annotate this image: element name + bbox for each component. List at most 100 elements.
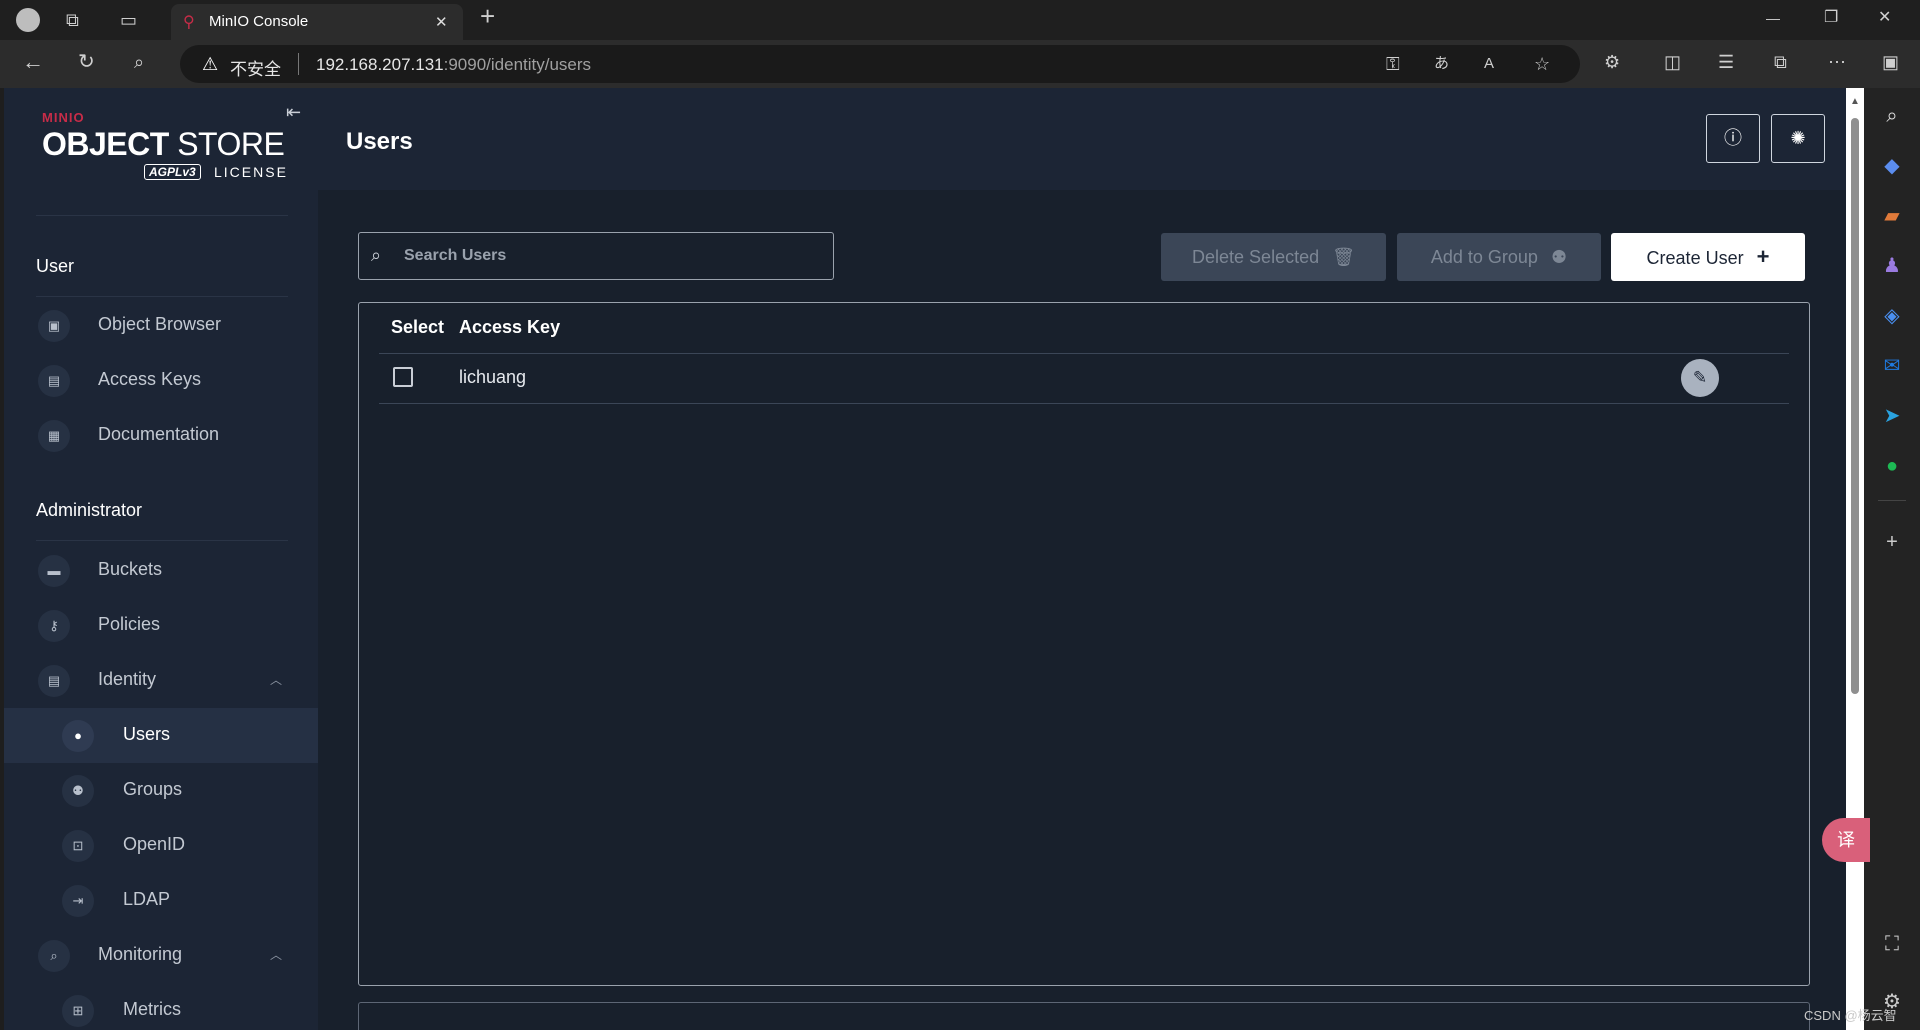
tab-actions-icon[interactable]: ▭ — [120, 10, 137, 30]
screenshot-icon[interactable]: ⛶ — [1878, 930, 1906, 958]
brand-license: LICENSE — [214, 164, 288, 180]
help-button[interactable]: ⓘ — [1706, 114, 1760, 163]
sidebar-toggle-icon[interactable]: ▣ — [1882, 52, 1899, 72]
window-close-icon[interactable]: ✕ — [1878, 8, 1891, 28]
nav-monitoring[interactable]: ⌕ Monitoring ︿ — [4, 928, 318, 983]
password-key-icon[interactable]: ⚿ — [1386, 54, 1400, 74]
search-users-input[interactable]: ⌕ Search Users — [358, 232, 834, 280]
url-host: 192.168.207.131 — [316, 55, 444, 74]
edit-pencil-icon[interactable]: ✎ — [1681, 359, 1719, 397]
sidebar-search-icon[interactable]: ⌕ — [1878, 102, 1906, 130]
nav-label: Monitoring — [98, 944, 183, 964]
license-text: LICENSE — [214, 164, 288, 180]
divider — [1878, 500, 1906, 501]
chevron-up-icon[interactable]: ︿ — [270, 946, 282, 963]
copilot-icon[interactable]: ◈ — [1878, 302, 1906, 330]
more-menu-icon[interactable]: ⋯ — [1828, 52, 1846, 72]
nav-object-browser[interactable]: ▣ Object Browser — [4, 298, 318, 353]
theme-toggle-button[interactable]: ✺ — [1771, 114, 1825, 163]
nav-metrics[interactable]: ⊞ Metrics — [4, 983, 318, 1030]
row-checkbox[interactable] — [393, 367, 413, 387]
nav-label: Access Keys — [98, 369, 202, 389]
translate-icon[interactable]: あ — [1434, 54, 1449, 74]
nav-buckets[interactable]: ▬ Buckets — [4, 543, 318, 598]
metrics-icon: ⊞ — [62, 995, 94, 1027]
extensions-icon[interactable]: ⚙ — [1604, 52, 1620, 72]
new-tab-icon[interactable]: + — [480, 3, 495, 29]
openid-icon: ⊡ — [62, 830, 94, 862]
trash-icon: 🗑 — [1332, 247, 1355, 267]
nav-label: Users — [123, 724, 171, 744]
add-sidebar-app-icon[interactable]: + — [1878, 528, 1906, 556]
nav-documentation[interactable]: ▦ Documentation — [4, 408, 318, 463]
help-icon: ⓘ — [1724, 128, 1742, 148]
add-to-group-button[interactable]: Add to Group ⚉ — [1397, 233, 1601, 281]
edge-sidebar: ⌕ ◆ ▰ ♟ ◈ ✉ ➤ ● + ⛶ ⚙ — [1864, 88, 1920, 1030]
telegram-icon[interactable]: ➤ — [1878, 402, 1906, 430]
table-row[interactable]: lichuang ✎ — [359, 303, 1809, 403]
chevron-up-icon[interactable]: ︿ — [270, 671, 282, 688]
nav-groups[interactable]: ⚉ Groups — [4, 763, 318, 818]
brand-minio: MINIO — [42, 110, 85, 125]
watermark: CSDN @杨云智 — [1804, 1008, 1897, 1023]
url-divider — [298, 53, 299, 75]
divider — [36, 540, 288, 541]
search-page-icon[interactable]: ⌕ — [134, 52, 144, 72]
nav-label: Policies — [98, 614, 161, 634]
access-keys-icon: ▤ — [38, 365, 70, 397]
scrollbar-thumb[interactable] — [1851, 118, 1859, 694]
scroll-up-arrow-icon[interactable]: ▲ — [1850, 96, 1860, 107]
sun-icon: ✺ — [1790, 128, 1806, 148]
nav-access-keys[interactable]: ▤ Access Keys — [4, 353, 318, 408]
favorite-star-icon[interactable]: ☆ — [1534, 54, 1550, 74]
search-placeholder: Search Users — [404, 247, 507, 264]
tab-close-icon[interactable]: ✕ — [435, 13, 448, 31]
outlook-icon[interactable]: ✉ — [1878, 352, 1906, 380]
url-text[interactable]: 192.168.207.131:9090/identity/users — [316, 55, 591, 75]
identity-icon: ▤ — [38, 665, 70, 697]
browser-tab[interactable]: ⚲ MinIO Console ✕ — [171, 4, 463, 40]
nav-label: Groups — [123, 779, 183, 799]
profile-avatar[interactable] — [16, 8, 40, 32]
url-path: :9090/identity/users — [443, 55, 592, 74]
page-scrollbar[interactable]: ▲ — [1846, 88, 1864, 1030]
nav-users[interactable]: ● Users — [4, 708, 318, 763]
games-icon[interactable]: ♟ — [1878, 252, 1906, 280]
shopping-tag-icon[interactable]: ◆ — [1878, 152, 1906, 180]
nav-ldap[interactable]: ⇥ LDAP — [4, 873, 318, 928]
nav-identity[interactable]: ▤ Identity ︿ — [4, 653, 318, 708]
section-user: User — [36, 256, 75, 276]
tools-icon[interactable]: ▰ — [1878, 202, 1906, 230]
groups-icon: ⚉ — [62, 775, 94, 807]
back-icon[interactable]: ← — [22, 51, 44, 73]
floating-translate-icon[interactable]: 译 — [1822, 818, 1870, 862]
users-table: Select Access Key lichuang ✎ — [358, 302, 1810, 986]
nav-label: OpenID — [123, 834, 186, 854]
nav-policies[interactable]: ⚷ Policies — [4, 598, 318, 653]
create-user-label: Create User — [1646, 248, 1744, 268]
section-administrator: Administrator — [36, 500, 143, 520]
delete-selected-label: Delete Selected — [1192, 247, 1320, 267]
workspaces-icon[interactable]: ⧉ — [66, 10, 79, 30]
delete-selected-button[interactable]: Delete Selected 🗑 — [1161, 233, 1386, 281]
group-icon: ⚉ — [1550, 247, 1568, 267]
nav-openid[interactable]: ⊡ OpenID — [4, 818, 318, 873]
nav-label: LDAP — [123, 889, 171, 909]
spotify-icon[interactable]: ● — [1878, 452, 1906, 480]
access-key-cell: lichuang — [459, 367, 527, 387]
sidebar: MINIO OBJECT STORE AGPLv3 LICENSE ⇤ User… — [4, 88, 318, 1030]
read-aloud-icon[interactable]: A — [1484, 54, 1494, 74]
address-bar[interactable]: ⚠ 不安全 192.168.207.131:9090/identity/user… — [180, 45, 1580, 83]
minimize-icon[interactable]: — — [1766, 8, 1780, 28]
split-screen-icon[interactable]: ◫ — [1664, 52, 1681, 72]
restore-icon[interactable]: ❐ — [1824, 8, 1838, 28]
refresh-icon[interactable]: ↻ — [78, 52, 95, 72]
nav-label: Documentation — [98, 424, 220, 444]
warning-icon: ⚠ — [202, 54, 219, 74]
collections-icon[interactable]: ⧉ — [1774, 52, 1787, 72]
agpl-badge: AGPLv3 — [144, 164, 201, 180]
collapse-sidebar-icon[interactable]: ⇤ — [286, 102, 301, 123]
favorites-icon[interactable]: ☰ — [1718, 52, 1734, 72]
create-user-button[interactable]: Create User + — [1611, 233, 1805, 281]
security-label[interactable]: 不安全 — [230, 55, 281, 80]
